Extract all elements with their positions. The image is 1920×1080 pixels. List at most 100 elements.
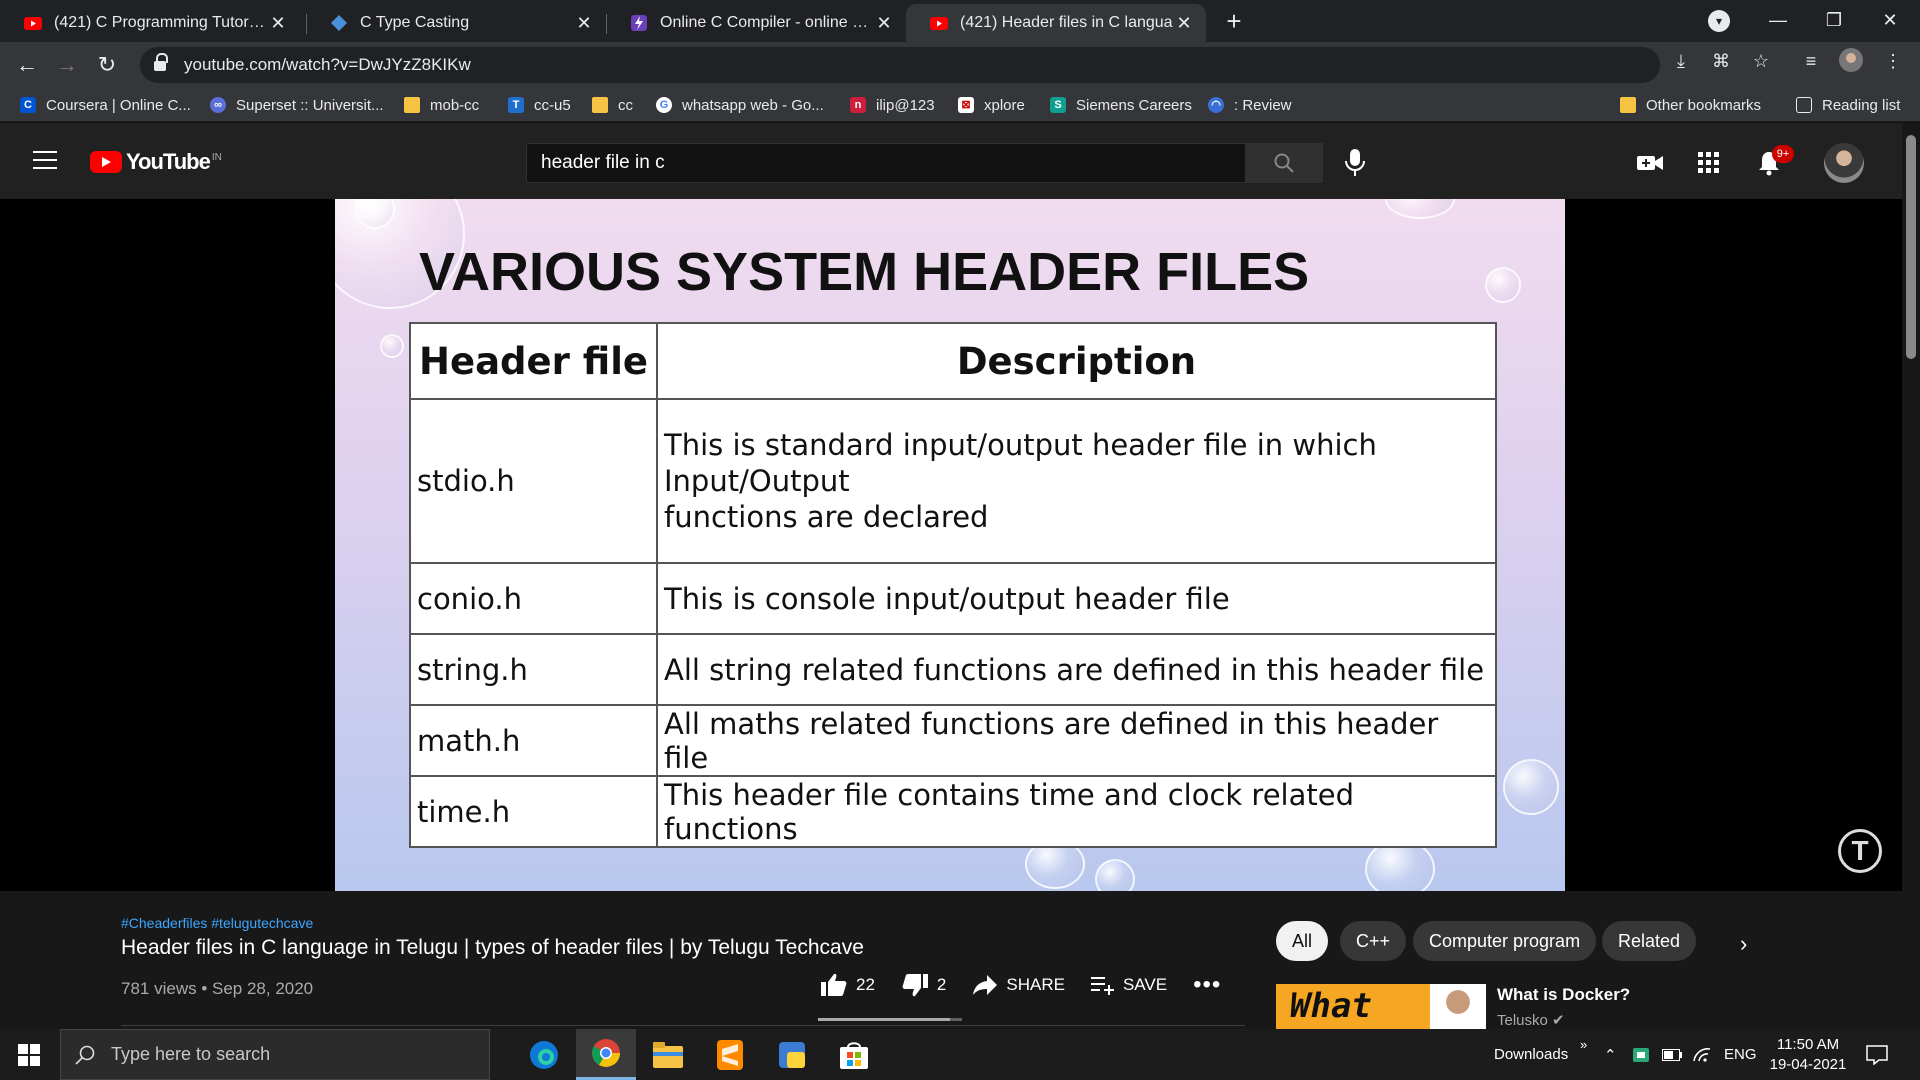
taskbar-downloads[interactable]: Downloads [1494, 1029, 1568, 1080]
toolbar-expand-icon[interactable]: » [1580, 1019, 1587, 1070]
description-line: This is standard input/output header fil… [664, 428, 1377, 462]
like-button[interactable]: 22 [820, 972, 875, 998]
youtube-logo[interactable]: YouTube IN [90, 149, 222, 175]
chrome-browser-icon[interactable] [576, 1029, 636, 1080]
related-video-channel[interactable]: Telusko ✔ [1497, 1011, 1565, 1029]
browser-tab[interactable]: C Type Casting ✕ [306, 4, 606, 42]
chip-cpp[interactable]: C++ [1340, 921, 1407, 961]
coursera-icon: C [20, 97, 36, 113]
share-button[interactable]: SHARE [972, 974, 1065, 996]
bookmark-item[interactable]: Tcc-u5 [508, 94, 571, 116]
language-indicator[interactable]: ENG [1724, 1029, 1757, 1080]
taskbar-search-box[interactable]: Type here to search [60, 1029, 490, 1080]
install-app-icon[interactable]: ⤓ [1668, 48, 1694, 74]
bolt-icon [630, 14, 648, 32]
notification-center-icon[interactable] [1866, 1029, 1888, 1080]
close-tab-icon[interactable]: ✕ [268, 13, 288, 34]
bookmark-item[interactable]: ◠: Review [1208, 94, 1292, 116]
taskbar-clock[interactable]: 11:50 AM 19-04-2021 [1766, 1035, 1850, 1075]
browser-menu-icon[interactable]: ⋮ [1880, 48, 1906, 74]
close-tab-icon[interactable]: ✕ [874, 13, 894, 34]
verified-check-icon: ✔ [1552, 1012, 1565, 1029]
back-arrow-icon[interactable]: ← [12, 50, 42, 80]
close-tab-icon[interactable]: ✕ [574, 13, 594, 34]
restore-button[interactable]: ❐ [1806, 0, 1862, 42]
save-button[interactable]: SAVE [1090, 975, 1167, 995]
reload-icon[interactable]: ↻ [92, 50, 122, 80]
bookmark-item[interactable]: mob-cc [404, 94, 479, 116]
scrollbar-thumb[interactable] [1906, 135, 1916, 359]
windows-start-icon[interactable] [18, 1044, 40, 1066]
edge-browser-icon[interactable] [514, 1029, 574, 1080]
bookmark-item[interactable]: ⊠ xplore [958, 94, 1025, 116]
header-file-cell: math.h [409, 704, 658, 777]
media-control-icon[interactable]: ≡ [1798, 48, 1824, 74]
chevron-up-icon[interactable]: ⌃ [1604, 1029, 1617, 1080]
thumbs-up-icon [821, 973, 847, 996]
bookmark-label: cc [618, 96, 633, 114]
close-window-button[interactable]: ✕ [1862, 0, 1918, 42]
microsoft-store-icon[interactable] [824, 1029, 884, 1080]
translate-icon[interactable]: ⌘ [1708, 48, 1734, 74]
bookmark-item[interactable]: n ilip@123 [850, 94, 935, 116]
reading-list[interactable]: Reading list [1796, 94, 1900, 116]
bookmark-star-icon[interactable]: ☆ [1748, 48, 1774, 74]
minimize-button[interactable]: — [1750, 0, 1806, 42]
bubble-decoration [1503, 759, 1559, 815]
browser-tab-active[interactable]: (421) Header files in C langua ✕ [906, 4, 1206, 42]
profile-avatar-icon[interactable] [1838, 48, 1864, 74]
tab-search-icon[interactable]: ▾ [1708, 10, 1730, 32]
youtube-icon [930, 14, 948, 32]
close-tab-icon[interactable]: ✕ [1174, 13, 1194, 34]
dislike-button[interactable]: 2 [901, 972, 946, 998]
table-header-row: Header file Description [409, 322, 1497, 400]
description-line: functions are declared [664, 500, 989, 534]
wifi-icon[interactable] [1692, 1029, 1712, 1080]
video-hashtags[interactable]: #Cheaderfiles #telugutechcave [121, 915, 313, 931]
related-video-thumbnail[interactable]: What [1276, 984, 1486, 1029]
apps-grid-icon[interactable] [1693, 147, 1725, 179]
video-frame[interactable]: VARIOUS SYSTEM HEADER FILES Header file … [335, 199, 1565, 891]
like-ratio-fill [818, 1018, 951, 1021]
header-file-cell: string.h [409, 633, 658, 706]
bookmark-label: whatsapp web - Go... [682, 96, 824, 114]
address-bar[interactable]: youtube.com/watch?v=DwJYzZ8KIKw [140, 47, 1660, 83]
python-icon[interactable] [762, 1029, 822, 1080]
browser-tab[interactable]: Online C Compiler - online editor ✕ [606, 4, 906, 42]
account-avatar[interactable] [1824, 143, 1864, 183]
battery-icon[interactable] [1662, 1029, 1682, 1080]
section-divider [121, 1025, 1245, 1026]
folder-icon [1620, 97, 1636, 113]
channel-watermark-icon[interactable]: T [1838, 829, 1882, 873]
related-video-title[interactable]: What is Docker? [1497, 985, 1630, 1005]
bookmark-item[interactable]: C Coursera | Online C... [20, 94, 191, 116]
bookmark-item[interactable]: S Siemens Careers [1050, 94, 1192, 116]
bookmark-item[interactable]: Gwhatsapp web - Go... [656, 94, 824, 116]
forward-arrow-icon[interactable]: → [52, 50, 82, 80]
search-icon [1274, 153, 1294, 173]
chevron-right-icon[interactable]: › [1740, 931, 1747, 957]
bookmark-item[interactable]: ∞ Superset :: Universit... [210, 94, 384, 116]
create-video-icon[interactable] [1634, 147, 1666, 179]
more-actions-icon[interactable]: ••• [1193, 971, 1221, 999]
chip-related[interactable]: Related [1602, 921, 1697, 961]
bookmark-label: cc-u5 [534, 96, 571, 114]
page-scrollbar[interactable] [1902, 123, 1920, 1029]
channel-name: Telusko [1497, 1012, 1548, 1029]
browser-tab[interactable]: (421) C Programming Tutorial | Le ✕ [0, 4, 300, 42]
bookmark-item[interactable]: cc [592, 94, 633, 116]
sublime-text-icon[interactable] [700, 1029, 760, 1080]
search-input[interactable]: header file in c [526, 143, 1246, 183]
chip-all[interactable]: All [1276, 921, 1329, 961]
description-cell: All string related functions are defined… [656, 633, 1497, 706]
other-bookmarks[interactable]: Other bookmarks [1620, 94, 1761, 116]
new-tab-button[interactable]: + [1220, 6, 1248, 36]
menu-icon[interactable] [33, 151, 57, 171]
video-player[interactable]: VARIOUS SYSTEM HEADER FILES Header file … [0, 199, 1902, 891]
chip-computer-program[interactable]: Computer program [1413, 921, 1597, 961]
search-button[interactable] [1245, 143, 1323, 183]
meet-now-icon[interactable] [1632, 1029, 1650, 1080]
file-explorer-icon[interactable] [638, 1029, 698, 1080]
bubble-decoration [380, 334, 404, 358]
microphone-icon[interactable] [1340, 147, 1370, 179]
